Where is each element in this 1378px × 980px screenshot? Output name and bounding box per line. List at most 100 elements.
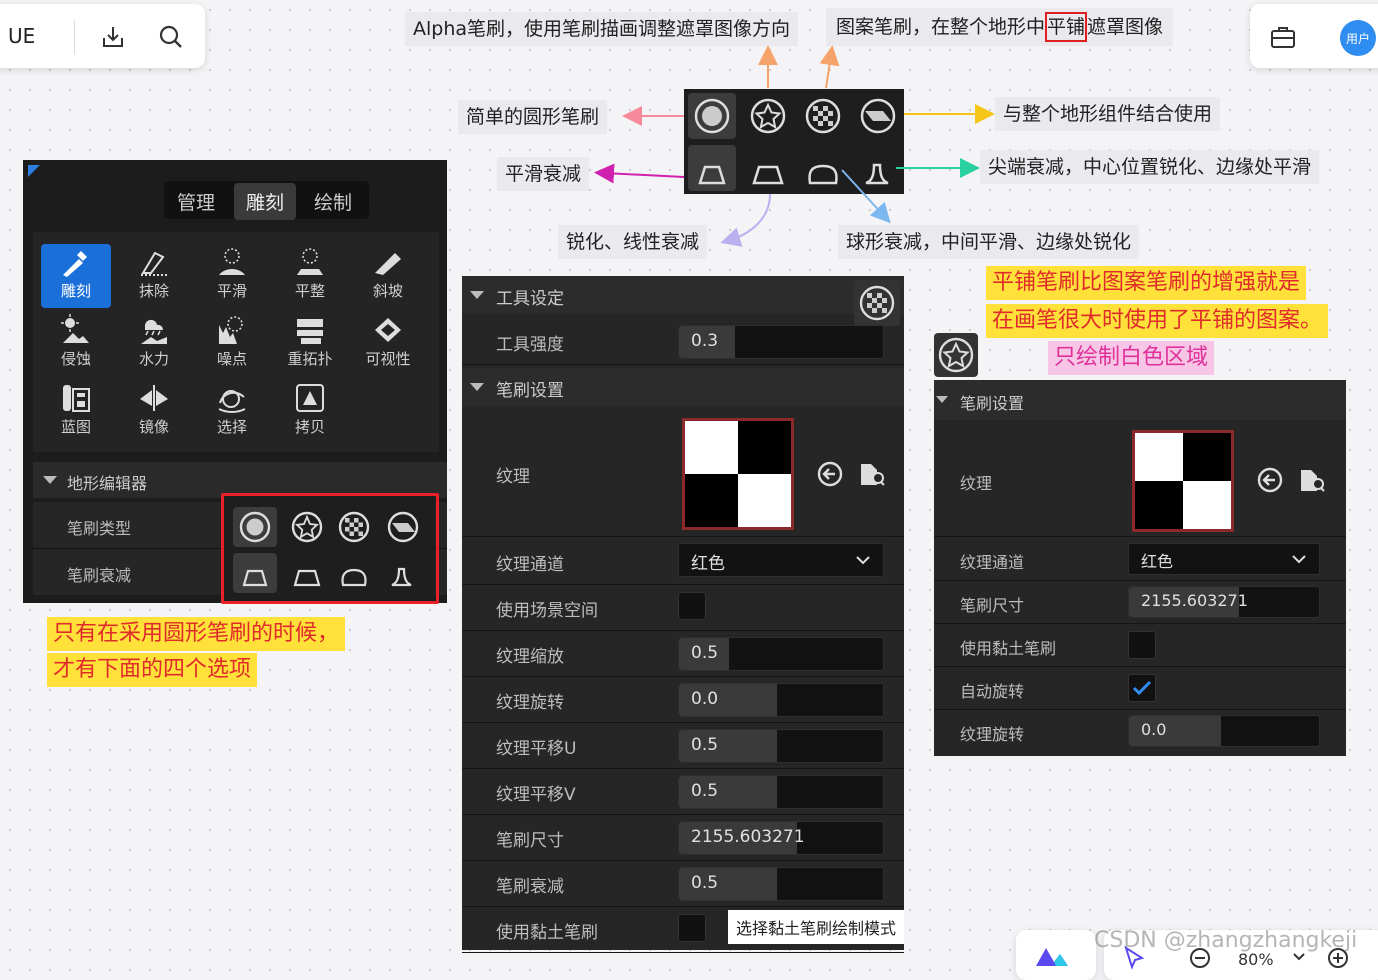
texture-pan-u-row: 纹理平移U 0.5	[462, 722, 904, 769]
texture-rotation-row: 纹理旋转 0.0	[462, 676, 904, 723]
texture-channel-dropdown[interactable]: 红色	[678, 543, 884, 577]
auto-rotate-row: 自动旋转	[934, 667, 1346, 710]
flatten-icon	[297, 248, 323, 275]
tab-manage[interactable]: 管理	[177, 188, 215, 215]
brush-icons-top[interactable]	[684, 89, 904, 194]
alpha-brush-annotation: Alpha笔刷，使用笔刷描画调整遮罩图像方向	[405, 12, 799, 46]
section-title: 笔刷设置	[496, 381, 564, 401]
round-only-note-1: 只有在采用圆形笔刷的时候，	[47, 617, 346, 651]
tool-visibility[interactable]: 可视性	[353, 312, 423, 374]
clay-brush-checkbox[interactable]	[678, 914, 706, 942]
tool-copy[interactable]: 拷贝	[275, 380, 345, 442]
linear-falloff-annotation: 锐化、线性衰减	[558, 225, 708, 259]
tool-sculpt[interactable]: 雕刻	[41, 244, 111, 308]
texture-pan-v-row: 纹理平移V 0.5	[462, 768, 904, 815]
texture-thumbnail[interactable]	[1132, 430, 1234, 532]
whole-terrain-annotation: 与整个地形组件结合使用	[995, 97, 1221, 131]
logo-icon	[1036, 948, 1068, 966]
blueprint-icon	[63, 385, 90, 412]
clay-mode-tooltip: 选择黏土笔刷绘制模式	[728, 910, 905, 944]
brush-settings-header[interactable]: 笔刷设置	[934, 380, 1346, 420]
canvas-logo-card	[1016, 930, 1096, 980]
tool-strength-input[interactable]: 0.3	[678, 325, 884, 359]
smooth-falloff-annotation: 平滑衰减	[497, 157, 590, 191]
tool-noise[interactable]: 噪点	[197, 312, 267, 374]
alpha-brush-indicator[interactable]	[934, 333, 978, 377]
tool-ramp[interactable]: 斜坡	[353, 244, 423, 306]
texture-thumbnail[interactable]	[682, 418, 794, 530]
tool-erase[interactable]: 抹除	[119, 244, 189, 306]
tool-smooth[interactable]: 平滑	[197, 244, 267, 306]
brush-selector-panel	[684, 89, 904, 194]
star-brush-icon	[938, 337, 974, 373]
pattern-brush-annotation: 图案笔刷，在整个地形中 平铺 遮罩图像	[826, 8, 1174, 46]
brush-falloff-input[interactable]: 0.5	[678, 867, 884, 901]
section-title: 笔刷设置	[960, 394, 1025, 413]
tool-erosion[interactable]: 侵蚀	[41, 312, 111, 374]
tool-retopologize[interactable]: 重拓扑	[275, 312, 345, 374]
auto-rotate-checkbox[interactable]	[1128, 674, 1156, 702]
texture-row: 纹理	[462, 410, 904, 537]
section-title: 地形编辑器	[67, 474, 148, 493]
white-only-note: 只绘制白色区域	[1048, 341, 1215, 375]
pattern-brush-text-2: 遮罩图像	[1087, 16, 1164, 38]
chevron-down-icon	[1293, 953, 1305, 961]
collapse-arrow-icon	[43, 476, 57, 484]
tool-flatten[interactable]: 平整	[275, 244, 345, 306]
brush-size-input[interactable]: 2155.603271	[1128, 586, 1320, 618]
clay-brush-checkbox[interactable]	[1128, 631, 1156, 659]
brush-settings-header[interactable]: 笔刷设置	[462, 368, 904, 406]
collapse-arrow-icon	[936, 396, 948, 403]
tool-select[interactable]: 选择	[197, 380, 267, 442]
mirror-icon	[140, 385, 168, 411]
alpha-brush-settings-panel: 笔刷设置 纹理 纹理通道 红色 笔刷尺寸 2155.603271 使用黏土笔刷 …	[934, 380, 1346, 756]
watermark: CSDN @zhangzhangkeji	[1094, 928, 1358, 953]
reset-arrow-icon[interactable]	[1256, 466, 1284, 494]
world-space-row: 使用场景空间	[462, 584, 904, 631]
round-only-note-2: 才有下面的四个选项	[47, 653, 258, 687]
texture-scale-input[interactable]: 0.5	[678, 637, 884, 671]
texture-channel-row: 纹理通道 红色	[934, 538, 1346, 581]
tool-mirror[interactable]: 镜像	[119, 380, 189, 442]
smooth-icon	[219, 248, 245, 275]
top-right-toolbar: 用户	[1250, 4, 1378, 68]
brush-size-input[interactable]: 2155.603271	[678, 821, 884, 855]
browse-asset-icon[interactable]	[1298, 466, 1326, 494]
reset-arrow-icon[interactable]	[816, 460, 844, 488]
checkmark-icon	[1132, 680, 1152, 696]
visibility-icon	[375, 318, 401, 342]
avatar[interactable]: 用户	[1340, 20, 1376, 56]
simple-round-annotation: 简单的圆形笔刷	[458, 100, 608, 134]
collapse-arrow-icon	[470, 291, 484, 299]
texture-scale-row: 纹理缩放 0.5	[462, 630, 904, 677]
app-name: UE	[8, 24, 36, 48]
chevron-down-icon	[856, 556, 870, 565]
texture-rotation-input[interactable]: 0.0	[1128, 715, 1320, 747]
tools-grid: 雕刻 抹除 平滑 平整 斜坡 侵蚀 水力 噪点 重拓扑 可视性 蓝图 镜像 选择…	[33, 232, 439, 452]
texture-channel-row: 纹理通道 红色	[462, 538, 904, 585]
clay-brush-row: 使用黏土笔刷	[934, 624, 1346, 667]
search-icon[interactable]	[156, 22, 186, 52]
texture-rotation-input[interactable]: 0.0	[678, 683, 884, 717]
tool-blueprint[interactable]: 蓝图	[41, 380, 111, 442]
brush-size-row: 笔刷尺寸 2155.603271	[934, 581, 1346, 624]
tab-sculpt[interactable]: 雕刻	[234, 183, 297, 220]
world-space-checkbox[interactable]	[678, 592, 706, 620]
section-title: 工具设定	[496, 289, 564, 309]
hydro-icon	[141, 319, 167, 344]
texture-channel-dropdown[interactable]: 红色	[1128, 543, 1320, 575]
divider	[74, 20, 75, 54]
briefcase-icon[interactable]	[1268, 22, 1298, 52]
browse-asset-icon[interactable]	[858, 460, 886, 488]
tool-settings-header[interactable]: 工具设定	[462, 276, 904, 314]
mode-tabs: 管理 雕刻 绘制	[164, 181, 369, 220]
top-toolbar: UE	[0, 4, 205, 68]
sphere-falloff-annotation: 球形衰减，中间平滑、边缘处锐化	[838, 225, 1140, 259]
noise-icon	[219, 316, 243, 344]
texture-pan-u-input[interactable]: 0.5	[678, 729, 884, 763]
tab-paint[interactable]: 绘制	[314, 188, 352, 215]
brush-falloff-row: 笔刷衰减 0.5	[462, 860, 904, 907]
download-icon[interactable]	[98, 22, 128, 52]
texture-pan-v-input[interactable]: 0.5	[678, 775, 884, 809]
tool-hydro[interactable]: 水力	[119, 312, 189, 374]
